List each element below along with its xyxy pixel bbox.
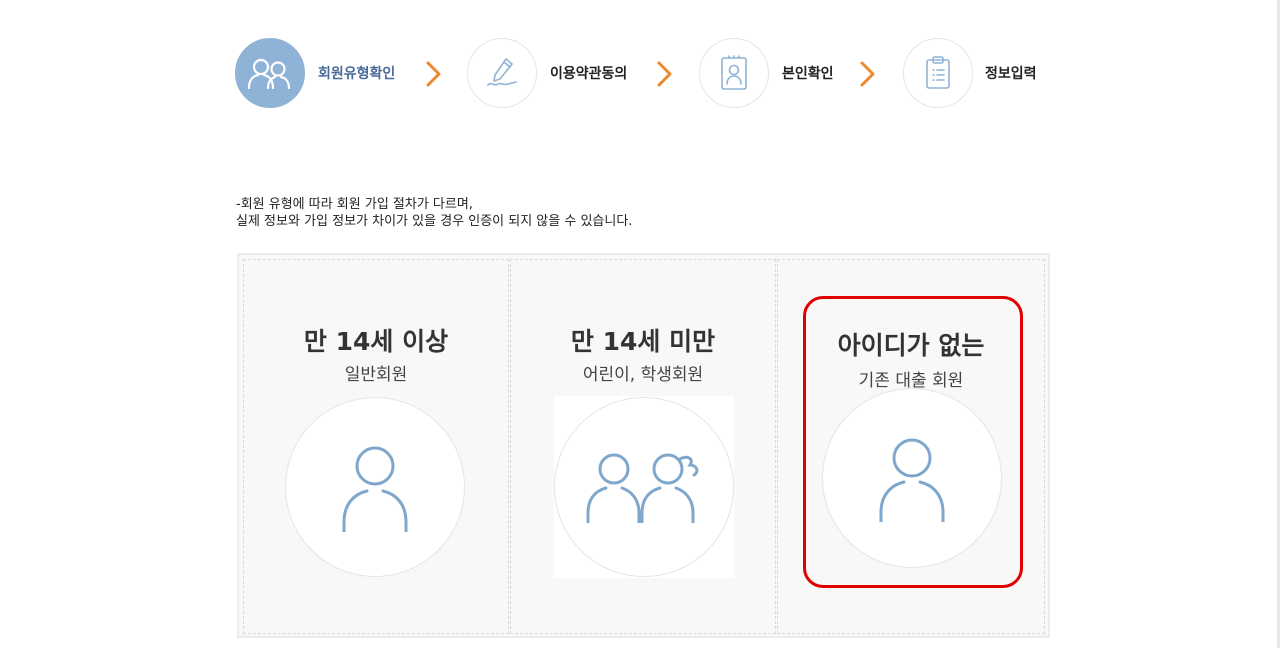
selection-highlight	[803, 296, 1023, 588]
step-4-clipboard-icon	[903, 38, 973, 108]
signup-steps: 회원유형확인 이용약관동의 본인확인 정보입력	[0, 0, 1280, 150]
card-subtitle: 어린이, 학생회원	[582, 365, 704, 385]
card-subtitle: 일반회원	[344, 365, 408, 385]
membership-notice: -회원 유형에 따라 회원 가입 절차가 다르며, 실제 정보와 가입 정보가 …	[236, 196, 632, 230]
step-2-pen-sign-icon	[467, 38, 537, 108]
card-title: 만 14세 미만	[570, 327, 716, 356]
chevron-right-icon	[657, 61, 672, 87]
step-3-label: 본인확인	[782, 66, 834, 82]
step-1-users-icon	[235, 38, 305, 108]
single-user-icon	[285, 397, 465, 577]
notice-line-1: -회원 유형에 따라 회원 가입 절차가 다르며,	[236, 197, 473, 212]
step-2-label: 이용약관동의	[550, 66, 628, 82]
step-4-label: 정보입력	[985, 66, 1037, 82]
chevron-right-icon	[426, 61, 441, 87]
notice-line-2: 실제 정보와 가입 정보가 차이가 있을 경우 인증이 되지 않을 수 있습니다…	[236, 214, 633, 229]
member-type-card-child[interactable]: 만 14세 미만 어린이, 학생회원	[510, 259, 776, 634]
two-users-icon	[554, 397, 734, 577]
member-type-card-general[interactable]: 만 14세 이상 일반회원	[243, 259, 509, 634]
step-1-label: 회원유형확인	[318, 66, 396, 82]
card-title: 만 14세 이상	[303, 327, 449, 356]
step-3-id-card-icon	[699, 38, 769, 108]
chevron-right-icon	[860, 61, 875, 87]
